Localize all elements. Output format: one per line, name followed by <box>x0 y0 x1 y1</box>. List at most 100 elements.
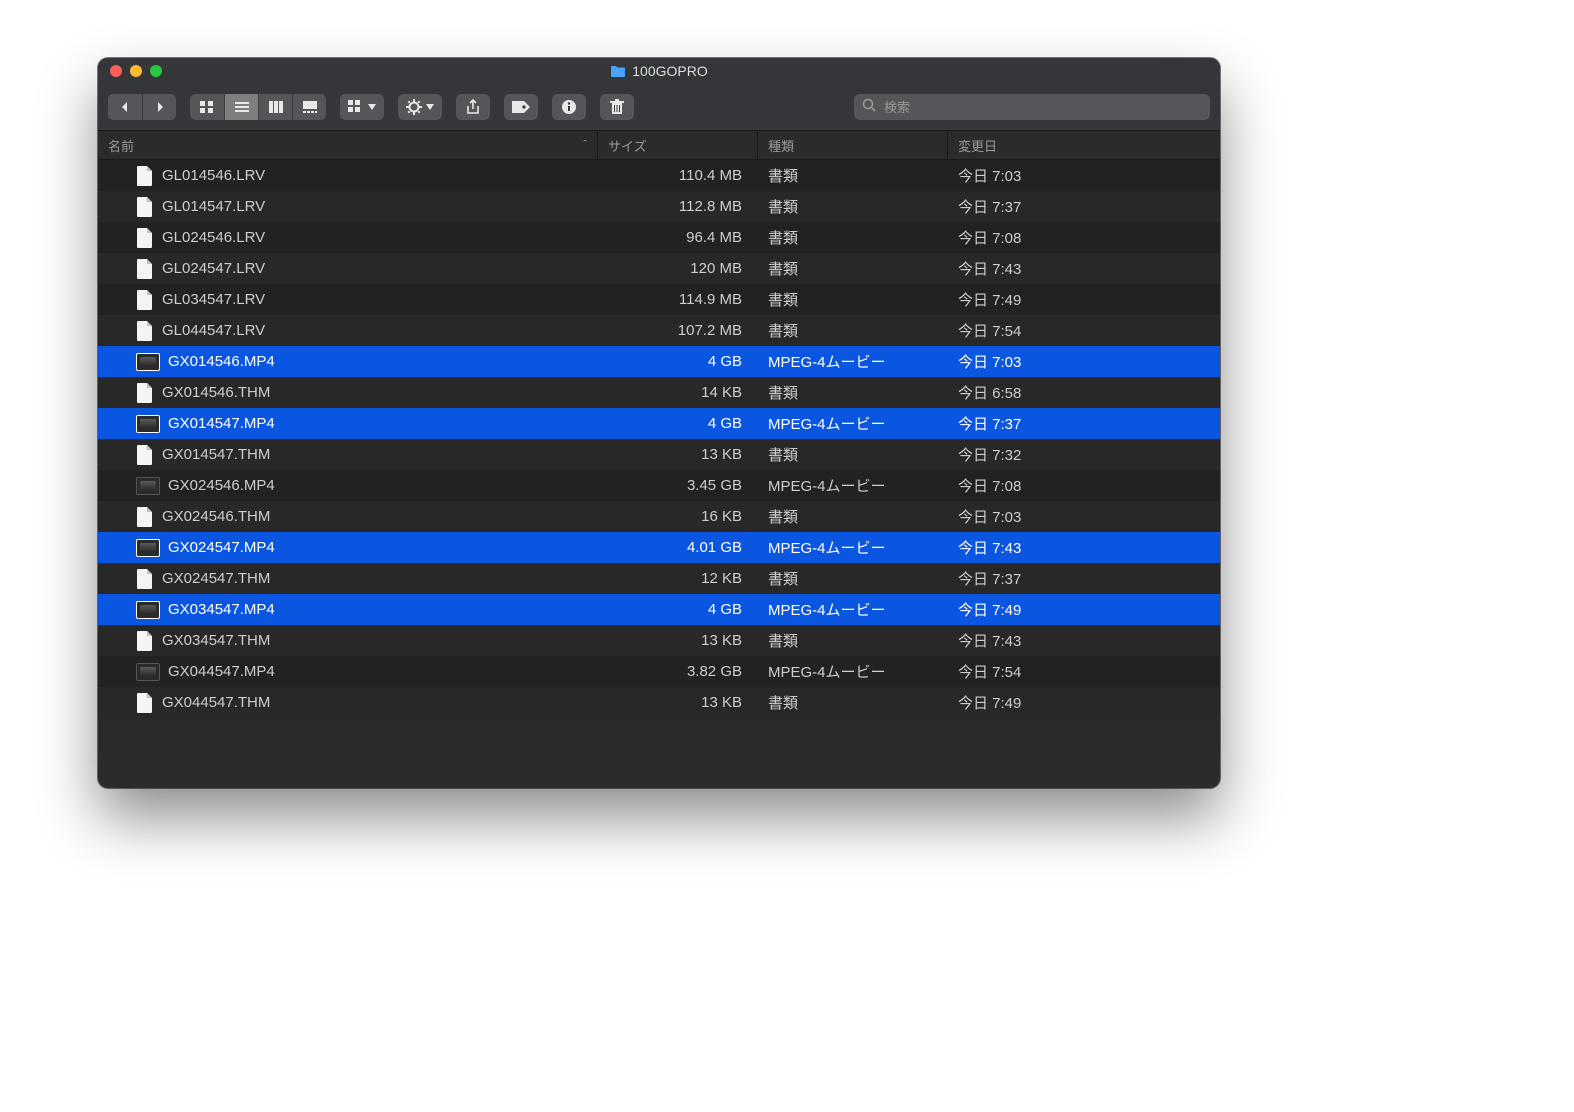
file-kind: MPEG-4ムービー <box>758 408 948 439</box>
document-file-icon <box>136 197 154 217</box>
file-row[interactable]: GL014547.LRV112.8 MB書類今日 7:37 <box>98 191 1220 222</box>
close-window-button[interactable] <box>110 65 122 77</box>
view-columns-button[interactable] <box>258 94 292 120</box>
file-kind: 書類 <box>758 222 948 253</box>
file-row[interactable]: GX034547.THM13 KB書類今日 7:43 <box>98 625 1220 656</box>
chevron-down-icon <box>426 104 434 110</box>
column-header-size-label: サイズ <box>608 136 647 155</box>
document-file-icon <box>136 445 154 465</box>
forward-button[interactable] <box>142 94 176 120</box>
file-date: 今日 7:43 <box>948 532 1220 563</box>
column-header-size[interactable]: サイズ <box>598 131 758 159</box>
file-row[interactable]: GX024547.MP44.01 GBMPEG-4ムービー今日 7:43 <box>98 532 1220 563</box>
video-file-icon <box>136 477 160 495</box>
file-name: GX014547.THM <box>162 446 270 463</box>
back-button[interactable] <box>108 94 142 120</box>
column-header-kind-label: 種類 <box>768 136 794 155</box>
view-icons-button[interactable] <box>190 94 224 120</box>
file-row[interactable]: GX014546.THM14 KB書類今日 6:58 <box>98 377 1220 408</box>
file-size: 120 MB <box>598 253 758 284</box>
file-size: 112.8 MB <box>598 191 758 222</box>
file-size: 16 KB <box>598 501 758 532</box>
file-size: 12 KB <box>598 563 758 594</box>
chevron-down-icon <box>368 104 376 110</box>
file-row[interactable]: GX024547.THM12 KB書類今日 7:37 <box>98 563 1220 594</box>
file-size: 3.82 GB <box>598 656 758 687</box>
toolbar <box>98 84 1220 131</box>
view-group <box>190 94 326 120</box>
file-size: 3.45 GB <box>598 470 758 501</box>
folder-icon <box>610 65 626 77</box>
file-name: GX014546.MP4 <box>168 353 275 370</box>
view-gallery-button[interactable] <box>292 94 326 120</box>
file-kind: 書類 <box>758 687 948 718</box>
file-size: 4 GB <box>598 346 758 377</box>
file-name: GX014546.THM <box>162 384 270 401</box>
file-date: 今日 7:49 <box>948 687 1220 718</box>
file-row[interactable]: GL024546.LRV96.4 MB書類今日 7:08 <box>98 222 1220 253</box>
document-file-icon <box>136 166 154 186</box>
file-size: 4 GB <box>598 408 758 439</box>
file-date: 今日 7:32 <box>948 439 1220 470</box>
document-file-icon <box>136 290 154 310</box>
file-kind: 書類 <box>758 315 948 346</box>
search-input[interactable] <box>882 99 1202 116</box>
trash-button[interactable] <box>600 94 634 120</box>
search-icon <box>862 98 876 117</box>
file-row[interactable]: GX044547.THM13 KB書類今日 7:49 <box>98 687 1220 718</box>
file-size: 107.2 MB <box>598 315 758 346</box>
file-date: 今日 7:03 <box>948 346 1220 377</box>
file-row[interactable]: GX014547.THM13 KB書類今日 7:32 <box>98 439 1220 470</box>
info-button[interactable] <box>552 94 586 120</box>
window-title: 100GOPRO <box>632 63 707 79</box>
file-name: GX044547.THM <box>162 694 270 711</box>
file-date: 今日 7:49 <box>948 594 1220 625</box>
document-file-icon <box>136 259 154 279</box>
file-date: 今日 7:03 <box>948 160 1220 191</box>
column-header-name[interactable]: 名前 ˆ <box>98 131 598 159</box>
file-list[interactable]: GL014546.LRV110.4 MB書類今日 7:03GL014547.LR… <box>98 160 1220 788</box>
file-kind: 書類 <box>758 377 948 408</box>
file-row[interactable]: GL034547.LRV114.9 MB書類今日 7:49 <box>98 284 1220 315</box>
column-header-date[interactable]: 変更日 <box>948 131 1220 159</box>
file-size: 14 KB <box>598 377 758 408</box>
minimize-window-button[interactable] <box>130 65 142 77</box>
file-size: 110.4 MB <box>598 160 758 191</box>
file-row[interactable]: GL014546.LRV110.4 MB書類今日 7:03 <box>98 160 1220 191</box>
file-row[interactable]: GL024547.LRV120 MB書類今日 7:43 <box>98 253 1220 284</box>
column-header-row: 名前 ˆ サイズ 種類 変更日 <box>98 131 1220 160</box>
column-header-kind[interactable]: 種類 <box>758 131 948 159</box>
file-row[interactable]: GX024546.THM16 KB書類今日 7:03 <box>98 501 1220 532</box>
search-field[interactable] <box>854 94 1210 120</box>
file-row[interactable]: GX024546.MP43.45 GBMPEG-4ムービー今日 7:08 <box>98 470 1220 501</box>
file-name: GX044547.MP4 <box>168 663 275 680</box>
document-file-icon <box>136 507 154 527</box>
file-date: 今日 7:08 <box>948 222 1220 253</box>
file-kind: 書類 <box>758 501 948 532</box>
file-size: 4.01 GB <box>598 532 758 563</box>
tags-button[interactable] <box>504 94 538 120</box>
file-row[interactable]: GX044547.MP43.82 GBMPEG-4ムービー今日 7:54 <box>98 656 1220 687</box>
file-name: GX024546.MP4 <box>168 477 275 494</box>
arrange-button[interactable] <box>340 94 384 120</box>
file-date: 今日 7:08 <box>948 470 1220 501</box>
file-name: GX024547.MP4 <box>168 539 275 556</box>
file-row[interactable]: GX014546.MP4 4 GBMPEG-4ムービー今日 7:03 <box>98 346 1220 377</box>
file-size: 13 KB <box>598 439 758 470</box>
share-button[interactable] <box>456 94 490 120</box>
file-kind: MPEG-4ムービー <box>758 346 948 377</box>
document-file-icon <box>136 321 154 341</box>
video-file-icon <box>136 601 160 619</box>
file-row[interactable]: GX034547.MP44 GBMPEG-4ムービー今日 7:49 <box>98 594 1220 625</box>
file-row[interactable]: GX014547.MP44 GBMPEG-4ムービー今日 7:37 <box>98 408 1220 439</box>
action-button[interactable] <box>398 94 442 120</box>
video-file-icon <box>136 353 160 371</box>
file-date: 今日 7:03 <box>948 501 1220 532</box>
document-file-icon <box>136 383 154 403</box>
file-name: GL044547.LRV <box>162 322 265 339</box>
file-kind: 書類 <box>758 563 948 594</box>
video-file-icon <box>136 415 160 433</box>
view-list-button[interactable] <box>224 94 258 120</box>
fullscreen-window-button[interactable] <box>150 65 162 77</box>
file-row[interactable]: GL044547.LRV107.2 MB書類今日 7:54 <box>98 315 1220 346</box>
